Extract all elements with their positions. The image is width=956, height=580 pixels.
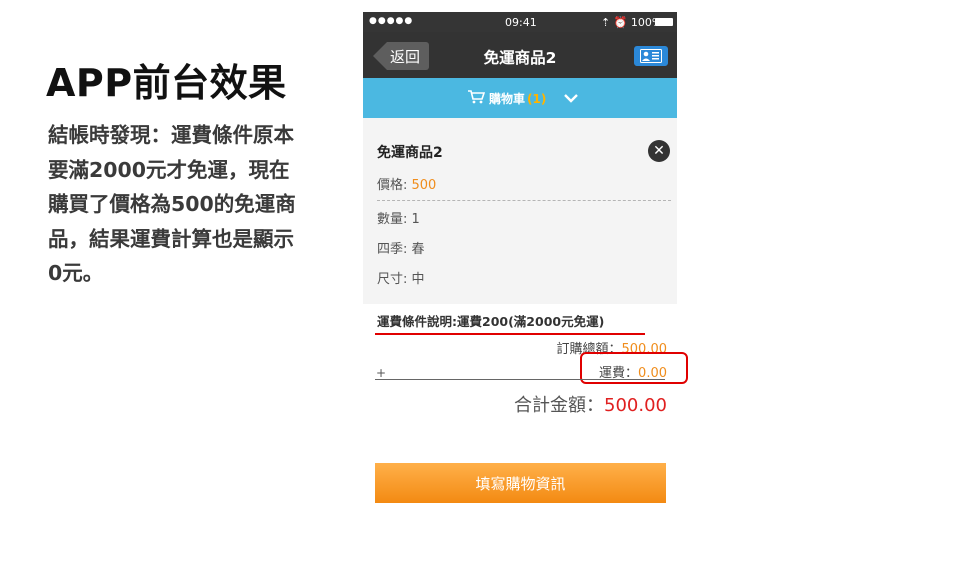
grand-total-label: 合計金額： <box>514 395 605 416</box>
slide-description: 結帳時發現：運費條件原本要滿2000元才免運，現在購買了價格為500的免運商品，… <box>48 123 296 285</box>
cart-item: 免運商品2 ✕ 價格: 500 數量: 1 四季: 春 尺寸: 中 <box>363 118 677 304</box>
cart-icon <box>467 90 486 107</box>
slide-title: APP前台效果 <box>46 61 287 105</box>
item-size: 尺寸: 中 <box>377 272 425 287</box>
contact-card-icon[interactable] <box>634 46 668 66</box>
item-price-value: 500 <box>411 178 437 193</box>
item-season: 四季: 春 <box>377 242 425 257</box>
item-price: 價格: 500 <box>377 178 437 193</box>
chevron-down-icon[interactable] <box>564 92 579 106</box>
item-quantity: 數量: 1 <box>377 212 420 227</box>
grand-total-row: 合計金額：500.00 <box>514 391 667 417</box>
highlight-underline <box>375 333 645 335</box>
navigation-bar: 返回 免運商品2 <box>363 32 677 78</box>
phone-screen: ●●●●● 09:41 ⇡ ⏰ 100% 返回 免運商品2 購物車 (1) 免運… <box>363 12 688 512</box>
shipping-condition-note: 運費條件說明:運費200(滿2000元免運) <box>377 314 605 329</box>
battery-icon <box>655 18 673 26</box>
grand-total-value: 500.00 <box>604 395 667 416</box>
close-icon[interactable]: ✕ <box>648 140 670 162</box>
item-name: 免運商品2 <box>377 145 443 161</box>
status-time: 09:41 <box>505 16 537 29</box>
page-title: 免運商品2 <box>483 49 557 67</box>
battery-text: ⇡ ⏰ 100% <box>601 16 663 29</box>
cart-bar[interactable]: 購物車 (1) <box>363 78 677 118</box>
sum-divider <box>375 379 665 380</box>
signal-indicator: ●●●●● <box>369 16 414 26</box>
cart-label: 購物車 <box>489 92 526 106</box>
plus-sign: + <box>376 366 387 380</box>
divider <box>377 200 671 201</box>
fill-shopping-info-button[interactable]: 填寫購物資訊 <box>375 463 666 503</box>
cart-count: (1) <box>527 91 547 106</box>
status-bar: ●●●●● 09:41 ⇡ ⏰ 100% <box>363 12 677 32</box>
